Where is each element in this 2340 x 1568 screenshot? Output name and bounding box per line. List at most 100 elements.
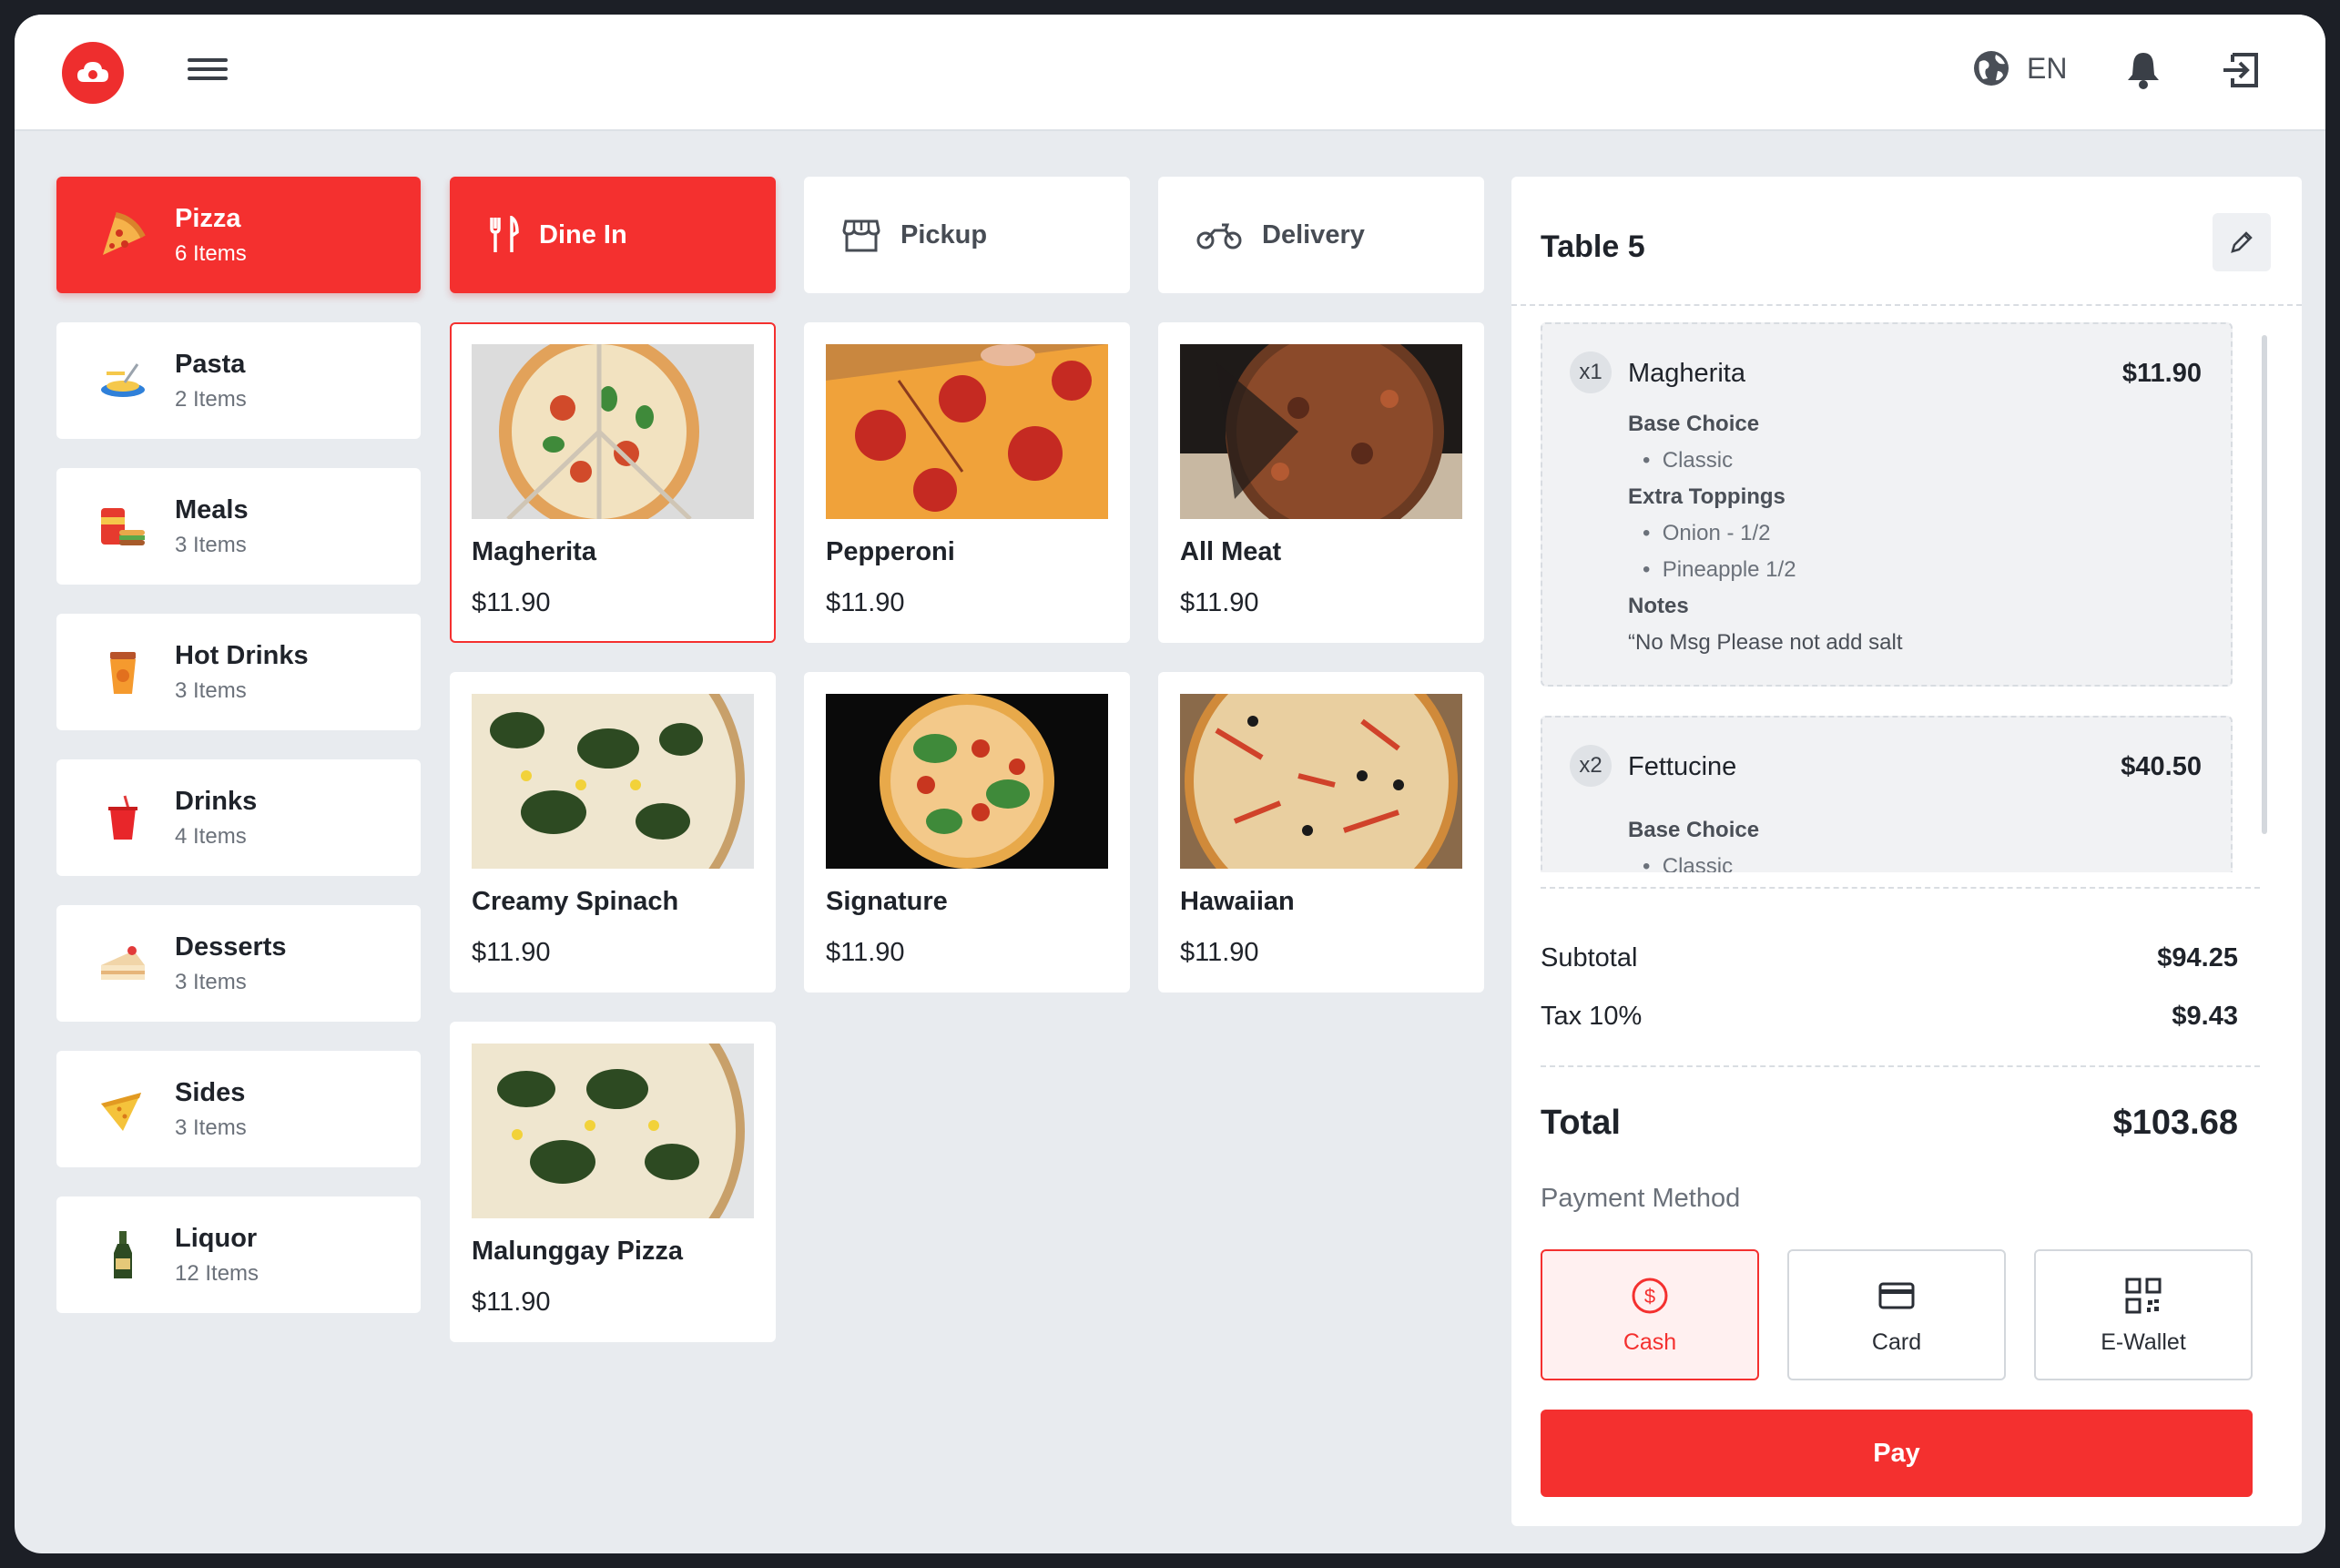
topping-item: • Pineapple 1/2 xyxy=(1643,557,1796,582)
order-item-magherita[interactable]: x1 Magherita $11.90 Base Choice • Classi… xyxy=(1541,322,2233,687)
notification-button[interactable] xyxy=(2125,49,2162,96)
logout-button[interactable] xyxy=(2222,51,2260,94)
payment-ewallet-button[interactable]: E-Wallet xyxy=(2034,1249,2253,1380)
tab-delivery[interactable]: Delivery xyxy=(1158,177,1484,293)
edit-table-button[interactable] xyxy=(2213,213,2271,271)
category-liquor[interactable]: Liquor 12 Items xyxy=(56,1196,421,1313)
language-selector[interactable]: EN xyxy=(1972,49,2067,87)
product-image xyxy=(472,1044,754,1218)
product-image xyxy=(472,694,754,869)
product-image xyxy=(826,694,1108,869)
topping-item: • Onion - 1/2 xyxy=(1643,521,1771,545)
subtotal-label: Subtotal xyxy=(1541,943,1638,972)
notes-text: “No Msg Please not add salt xyxy=(1628,630,1903,655)
bell-icon xyxy=(2128,53,2159,89)
category-name: Meals xyxy=(175,494,249,524)
item-quantity: x1 xyxy=(1570,351,1612,393)
category-meals[interactable]: Meals 3 Items xyxy=(56,468,421,585)
base-choice-value: • Classic xyxy=(1643,448,1734,473)
category-desserts[interactable]: Desserts 3 Items xyxy=(56,905,421,1022)
subtotal-value: $94.25 xyxy=(2157,943,2238,972)
language-label: EN xyxy=(2027,51,2068,85)
product-card-hawaiian[interactable]: Hawaiian $11.90 xyxy=(1158,672,1484,993)
payment-card-button[interactable]: Card xyxy=(1787,1249,2006,1380)
tab-dine-in[interactable]: Dine In xyxy=(450,177,776,293)
product-price: $11.90 xyxy=(826,588,905,617)
product-card-creamy-spinach[interactable]: Creamy Spinach $11.90 xyxy=(450,672,776,993)
order-items-list[interactable]: x1 Magherita $11.90 Base Choice • Classi… xyxy=(1541,322,2260,872)
product-price: $11.90 xyxy=(472,588,551,617)
hot-drink-icon xyxy=(95,644,151,700)
category-name: Hot Drinks xyxy=(175,640,309,670)
product-price: $11.90 xyxy=(1180,588,1259,617)
category-count: 2 Items xyxy=(175,386,247,412)
category-name: Pizza xyxy=(175,203,241,233)
product-image xyxy=(1180,344,1462,519)
total-label: Total xyxy=(1541,1104,1621,1142)
item-quantity: x2 xyxy=(1570,745,1612,787)
store-icon xyxy=(842,218,880,252)
payment-cash-button[interactable]: $ Cash xyxy=(1541,1249,1759,1380)
product-card-malunggay-pizza[interactable]: Malunggay Pizza $11.90 xyxy=(450,1022,776,1342)
tab-label: Dine In xyxy=(539,219,627,249)
payment-label: Cash xyxy=(1623,1329,1677,1355)
product-card-all-meat[interactable]: All Meat $11.90 xyxy=(1158,322,1484,643)
tab-label: Delivery xyxy=(1262,219,1365,249)
order-list-scrollbar[interactable] xyxy=(2262,335,2267,834)
pay-button[interactable]: Pay xyxy=(1541,1410,2253,1497)
product-name: All Meat xyxy=(1180,537,1282,566)
logout-icon xyxy=(2223,53,2258,87)
tax-value: $9.43 xyxy=(2172,1002,2238,1031)
product-name: Signature xyxy=(826,887,948,916)
drink-icon xyxy=(95,789,151,846)
product-card-pepperoni[interactable]: Pepperoni $11.90 xyxy=(804,322,1130,643)
payment-label: Card xyxy=(1871,1329,1922,1355)
credit-card-icon xyxy=(1789,1277,2004,1315)
category-pizza[interactable]: Pizza 6 Items xyxy=(56,177,421,293)
divider xyxy=(1511,304,2302,306)
tab-label: Pickup xyxy=(900,219,988,249)
order-item-fettucine[interactable]: x2 Fettucine $40.50 Base Choice • Classi… xyxy=(1541,716,2233,872)
tab-pickup[interactable]: Pickup xyxy=(804,177,1130,293)
cloud-logo-icon xyxy=(77,62,108,82)
item-price: $11.90 xyxy=(2121,359,2202,388)
liquor-icon xyxy=(95,1227,151,1283)
product-name: Pepperoni xyxy=(826,537,955,566)
hamburger-menu-button[interactable] xyxy=(188,53,228,93)
category-count: 3 Items xyxy=(175,532,247,557)
product-card-signature[interactable]: Signature $11.90 xyxy=(804,672,1130,993)
category-count: 6 Items xyxy=(175,240,247,266)
divider xyxy=(1541,1065,2260,1067)
qr-code-icon xyxy=(2036,1277,2251,1315)
product-name: Malunggay Pizza xyxy=(472,1237,684,1266)
item-name: Fettucine xyxy=(1628,752,1737,781)
extra-toppings-heading: Extra Toppings xyxy=(1628,484,1786,509)
divider xyxy=(1541,887,2260,889)
motorbike-icon xyxy=(1196,219,1242,250)
app-window: EN Pizza 6 Items Pasta 2 Items Meals 3 I… xyxy=(15,15,2325,1553)
top-bar: EN xyxy=(15,15,2325,131)
order-panel: Table 5 x1 Magherita $11.90 Base Choice … xyxy=(1511,177,2302,1526)
product-price: $11.90 xyxy=(1180,938,1259,967)
base-choice-heading: Base Choice xyxy=(1628,818,1760,842)
product-card-magherita[interactable]: Magherita $11.90 xyxy=(450,322,776,643)
product-name: Magherita xyxy=(472,537,596,566)
category-count: 4 Items xyxy=(175,823,247,849)
product-name: Creamy Spinach xyxy=(472,887,679,916)
category-drinks[interactable]: Drinks 4 Items xyxy=(56,759,421,876)
app-logo[interactable] xyxy=(62,42,124,104)
payment-label: E-Wallet xyxy=(2101,1329,2186,1355)
product-name: Hawaiian xyxy=(1180,887,1295,916)
meals-icon xyxy=(95,498,151,555)
category-sides[interactable]: Sides 3 Items xyxy=(56,1051,421,1167)
category-hot-drinks[interactable]: Hot Drinks 3 Items xyxy=(56,614,421,730)
pizza-icon xyxy=(95,207,151,263)
category-name: Sides xyxy=(175,1077,246,1107)
product-image xyxy=(472,344,754,519)
sides-icon xyxy=(95,1081,151,1137)
category-count: 12 Items xyxy=(175,1260,259,1286)
product-image xyxy=(1180,694,1462,869)
category-pasta[interactable]: Pasta 2 Items xyxy=(56,322,421,439)
category-name: Drinks xyxy=(175,786,258,816)
dessert-icon xyxy=(95,935,151,992)
